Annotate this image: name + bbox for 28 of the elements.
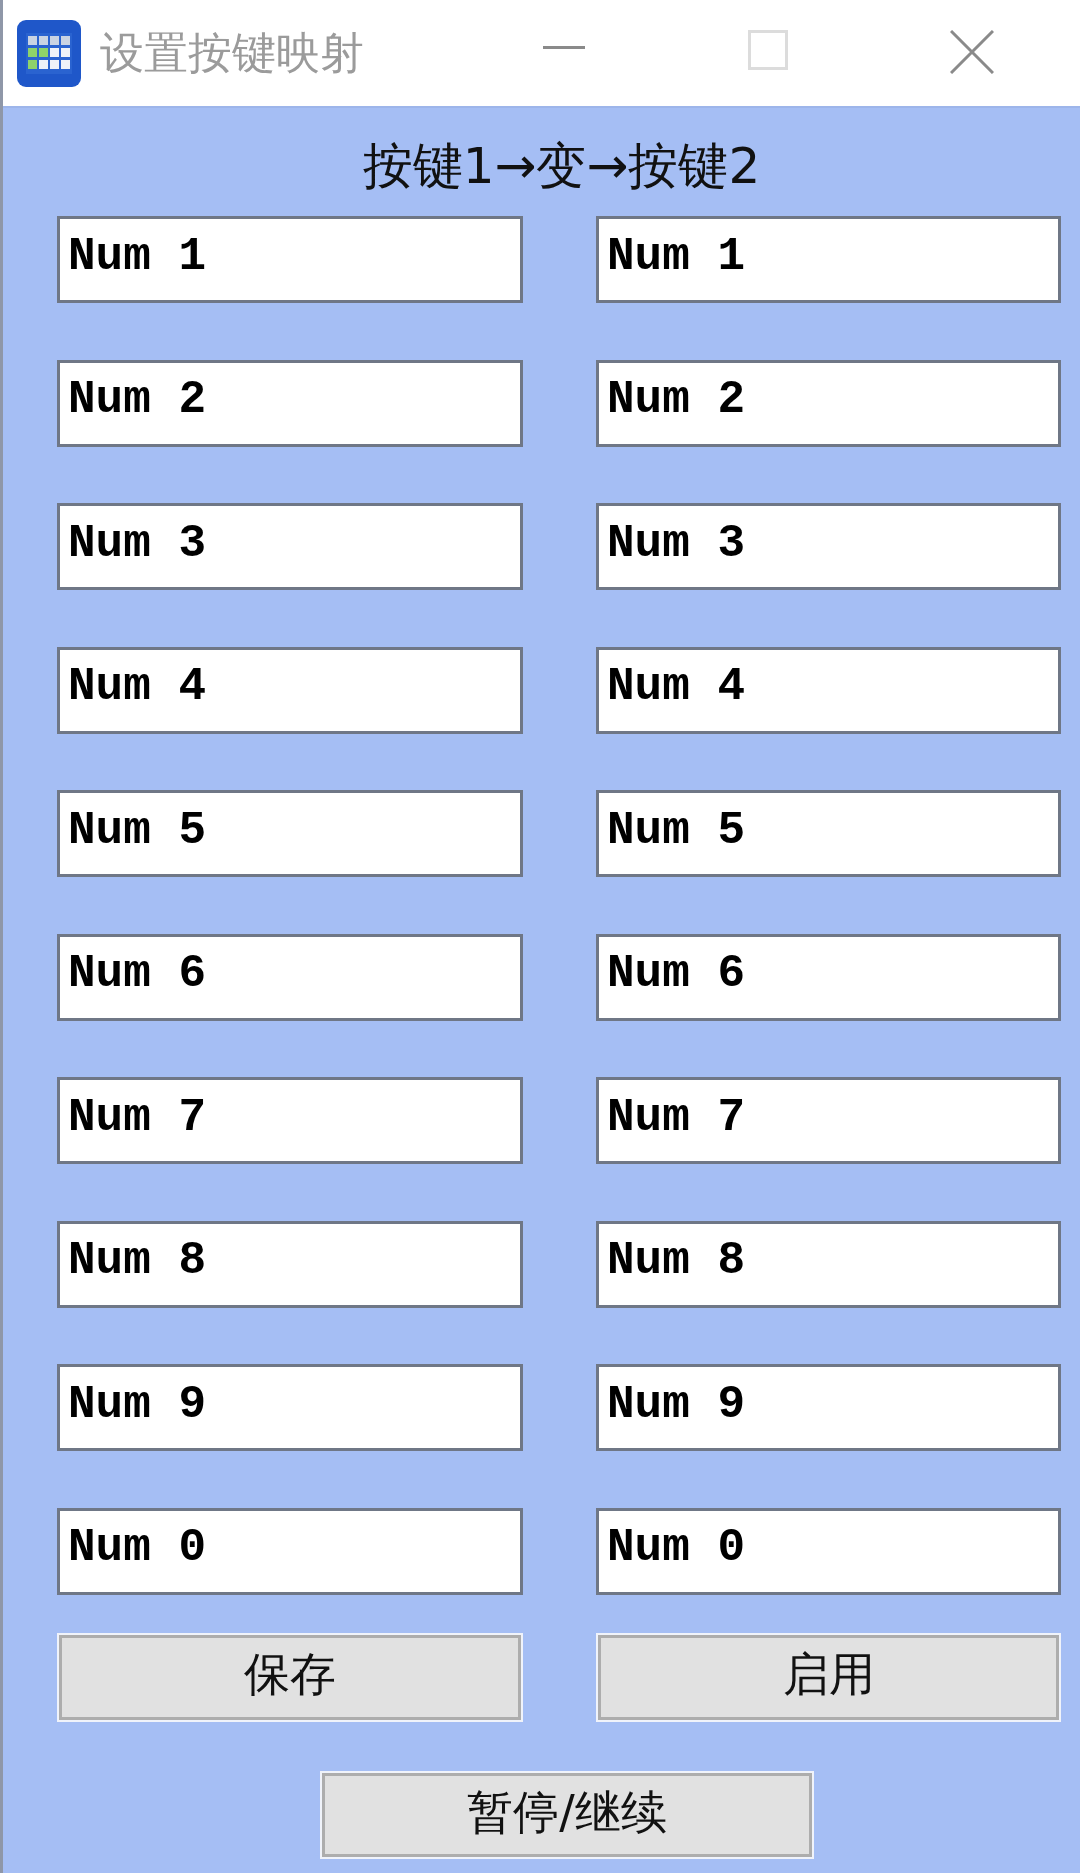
key-input-field[interactable]: Num 3: [57, 503, 523, 590]
key-input-field[interactable]: Num 4: [57, 646, 523, 734]
action-button[interactable]: 启用: [596, 1632, 1061, 1722]
key-input-field[interactable]: Num 3: [596, 503, 1061, 590]
key-input-field[interactable]: Num 6: [57, 933, 523, 1021]
action-button[interactable]: 保存: [57, 1632, 523, 1722]
minimize-icon[interactable]: [543, 45, 585, 49]
key-input-field[interactable]: Num 9: [596, 1364, 1061, 1451]
key-input-field[interactable]: Num 5: [596, 790, 1061, 877]
key-input-field[interactable]: Num 6: [596, 933, 1061, 1021]
key-input-field[interactable]: Num 0: [57, 1507, 523, 1595]
action-button[interactable]: 暂停/继续: [320, 1770, 814, 1859]
key-input-field[interactable]: Num 7: [57, 1077, 523, 1164]
key-input-field[interactable]: Num 1: [57, 216, 523, 303]
close-icon[interactable]: [950, 30, 994, 74]
key-input-field[interactable]: Num 7: [596, 1077, 1061, 1164]
key-input-field[interactable]: Num 5: [57, 790, 523, 877]
key-input-field[interactable]: Num 8: [596, 1220, 1061, 1308]
key-input-field[interactable]: Num 2: [596, 359, 1061, 447]
key-input-field[interactable]: Num 0: [596, 1507, 1061, 1595]
key-input-field[interactable]: Num 8: [57, 1220, 523, 1308]
key-input-field[interactable]: Num 9: [57, 1364, 523, 1451]
window-title: 设置按键映射: [100, 26, 364, 80]
mapping-header: 按键1→变→按键2: [361, 136, 761, 196]
key-input-field[interactable]: Num 4: [596, 646, 1061, 734]
keypad-icon: [17, 19, 81, 87]
key-input-field[interactable]: Num 2: [57, 359, 523, 447]
key-input-field[interactable]: Num 1: [596, 216, 1061, 303]
